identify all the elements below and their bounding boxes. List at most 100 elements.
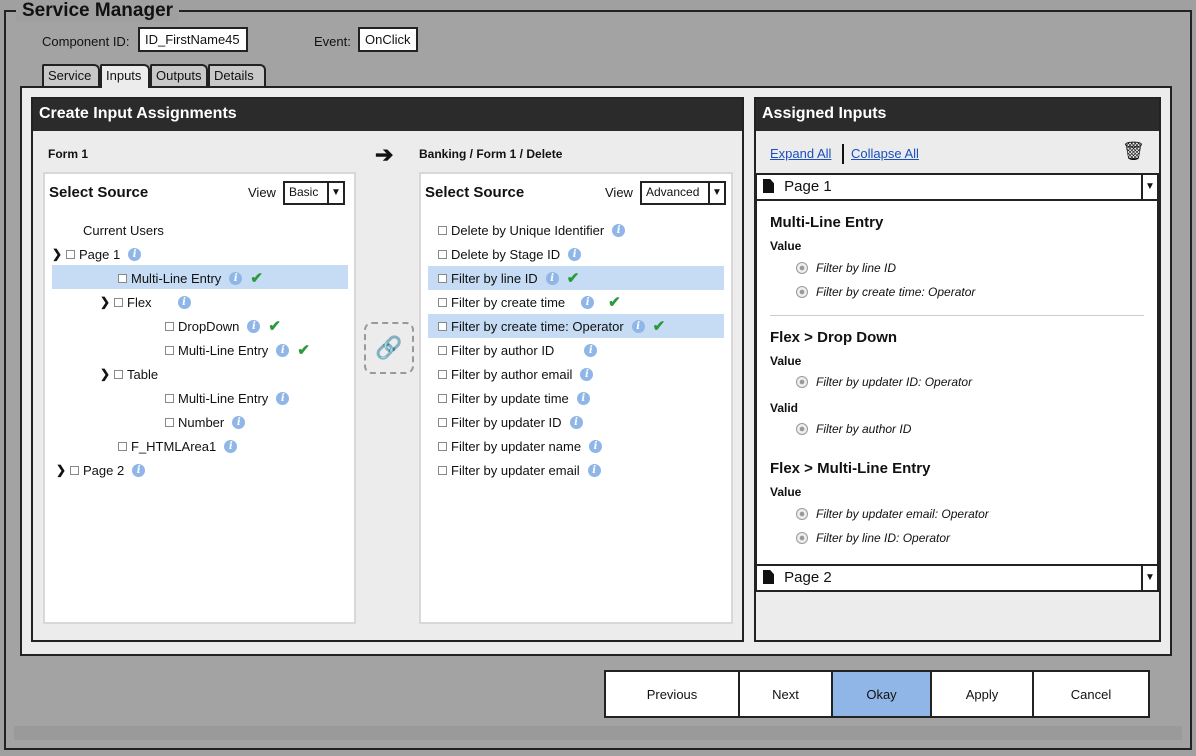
chevron-down-icon[interactable]: ❯ [52, 247, 64, 261]
checkbox-icon[interactable] [438, 273, 447, 283]
previous-button[interactable]: Previous [606, 672, 740, 716]
trash-icon[interactable]: 🗑 [1122, 141, 1145, 162]
page1-accordion[interactable]: Page 1 ▼ [755, 173, 1159, 201]
source-item[interactable]: Filter by line ID i ✔ [438, 267, 579, 289]
checkbox-icon[interactable] [438, 465, 447, 475]
info-icon[interactable]: i [232, 415, 246, 429]
source-item[interactable]: Filter by author ID i [438, 339, 598, 361]
info-icon[interactable]: i [276, 343, 290, 357]
tree-node-table-multiline[interactable]: Multi-Line Entry i [165, 387, 290, 409]
checkbox-icon[interactable] [118, 441, 127, 451]
assigned-item[interactable]: Filter by updater ID: Operator [796, 375, 972, 389]
tree-node-dropdown[interactable]: DropDown i ✔ [165, 315, 281, 337]
info-icon[interactable]: i [128, 247, 142, 261]
checkbox-icon[interactable] [438, 441, 447, 451]
apply-button[interactable]: Apply [932, 672, 1034, 716]
info-icon[interactable]: i [276, 391, 290, 405]
info-icon[interactable]: i [587, 463, 601, 477]
checkbox-icon[interactable] [165, 417, 174, 427]
info-icon[interactable]: i [177, 295, 191, 309]
assigned-item[interactable]: Filter by line ID: Operator [796, 531, 950, 545]
event-field[interactable]: OnClick [358, 27, 418, 52]
tree-node-multiline-entry[interactable]: Multi-Line Entry i ✔ [118, 267, 263, 289]
source-item[interactable]: Filter by updater ID i [438, 411, 583, 433]
source-item-label: Filter by line ID [451, 270, 538, 286]
tab-inputs[interactable]: Inputs [100, 64, 150, 88]
source-item[interactable]: Delete by Unique Identifier i [438, 219, 626, 241]
source-item[interactable]: Filter by create time i ✔ [438, 291, 621, 313]
tree-node-label: Page 1 [79, 246, 121, 262]
info-icon[interactable]: i [247, 319, 261, 333]
checkbox-icon[interactable] [438, 369, 447, 379]
tree-node-table[interactable]: ❯ Table [100, 363, 158, 385]
info-icon[interactable]: i [631, 319, 645, 333]
chevron-down-icon: ▼ [327, 183, 343, 203]
info-icon[interactable]: i [229, 271, 243, 285]
info-icon[interactable]: i [612, 223, 626, 237]
source-item-label: Filter by updater email [451, 462, 580, 478]
link-icon[interactable]: 🔗 [364, 322, 414, 374]
chevron-right-icon[interactable]: ❯ [56, 463, 68, 477]
checkbox-icon[interactable] [165, 321, 174, 331]
chevron-down-icon[interactable]: ❯ [100, 367, 112, 381]
source-item[interactable]: Filter by author email i [438, 363, 594, 385]
chevron-down-icon[interactable]: ❯ [100, 295, 112, 309]
chevron-down-icon[interactable]: ▼ [1141, 566, 1157, 590]
cancel-button[interactable]: Cancel [1034, 672, 1148, 716]
chevron-down-icon[interactable]: ▼ [1141, 175, 1157, 199]
info-icon[interactable]: i [132, 463, 146, 477]
source-item[interactable]: Delete by Stage ID i [438, 243, 582, 265]
tree-node-flex-multiline[interactable]: Multi-Line Entry i ✔ [165, 339, 310, 361]
assigned-item[interactable]: Filter by updater email: Operator [796, 507, 989, 521]
tab-service[interactable]: Service [42, 64, 100, 86]
checkbox-icon[interactable] [438, 417, 447, 427]
checkbox-icon[interactable] [118, 273, 127, 283]
tab-outputs[interactable]: Outputs [150, 64, 208, 86]
info-icon[interactable]: i [580, 367, 594, 381]
info-icon[interactable]: i [545, 271, 559, 285]
assigned-item[interactable]: Filter by line ID [796, 261, 896, 275]
assigned-item[interactable]: Filter by author ID [796, 422, 911, 436]
right-view-select[interactable]: Advanced ▼ [640, 181, 726, 205]
info-icon[interactable]: i [589, 439, 603, 453]
checkbox-icon[interactable] [165, 345, 174, 355]
info-icon[interactable]: i [576, 391, 590, 405]
left-view-select[interactable]: Basic ▼ [283, 181, 345, 205]
checkbox-icon[interactable] [66, 249, 75, 259]
info-icon[interactable]: i [568, 247, 582, 261]
source-item[interactable]: Filter by updater name i [438, 435, 603, 457]
checkbox-icon[interactable] [438, 249, 447, 259]
tree-node-number[interactable]: Number i [165, 411, 246, 433]
checkbox-icon[interactable] [438, 225, 447, 235]
checkbox-icon[interactable] [114, 297, 123, 307]
source-item[interactable]: Filter by create time: Operator i ✔ [438, 315, 665, 337]
page2-accordion[interactable]: Page 2 ▼ [755, 564, 1159, 592]
component-id-field[interactable]: ID_FirstName45 [138, 27, 248, 52]
checkbox-icon[interactable] [114, 369, 123, 379]
next-button[interactable]: Next [740, 672, 833, 716]
collapse-all-link[interactable]: Collapse All [851, 146, 919, 161]
checkbox-icon[interactable] [438, 321, 447, 331]
info-icon[interactable]: i [584, 343, 598, 357]
tree-node-label: Multi-Line Entry [131, 270, 222, 286]
assigned-item[interactable]: Filter by create time: Operator [796, 285, 975, 299]
info-icon[interactable]: i [224, 439, 238, 453]
source-item[interactable]: Filter by updater email i [438, 459, 601, 481]
tree-node-htmlarea[interactable]: F_HTMLArea1 i [118, 435, 238, 457]
checkbox-icon[interactable] [438, 345, 447, 355]
expand-all-link[interactable]: Expand All [770, 146, 831, 161]
tree-node-flex[interactable]: ❯ Flex i [100, 291, 191, 313]
checkbox-icon[interactable] [70, 465, 79, 475]
info-icon[interactable]: i [581, 295, 595, 309]
assigned-item-label: Filter by create time: Operator [816, 285, 976, 299]
checkbox-icon[interactable] [438, 393, 447, 403]
source-item-label: Delete by Stage ID [451, 246, 561, 262]
tree-node-page2[interactable]: ❯ Page 2 i [56, 459, 146, 481]
okay-button[interactable]: Okay [833, 672, 932, 716]
checkbox-icon[interactable] [438, 297, 447, 307]
tab-details[interactable]: Details [208, 64, 266, 86]
source-item[interactable]: Filter by update time i [438, 387, 590, 409]
checkbox-icon[interactable] [165, 393, 174, 403]
info-icon[interactable]: i [569, 415, 583, 429]
tree-node-page1[interactable]: ❯ Page 1 i [52, 243, 142, 265]
